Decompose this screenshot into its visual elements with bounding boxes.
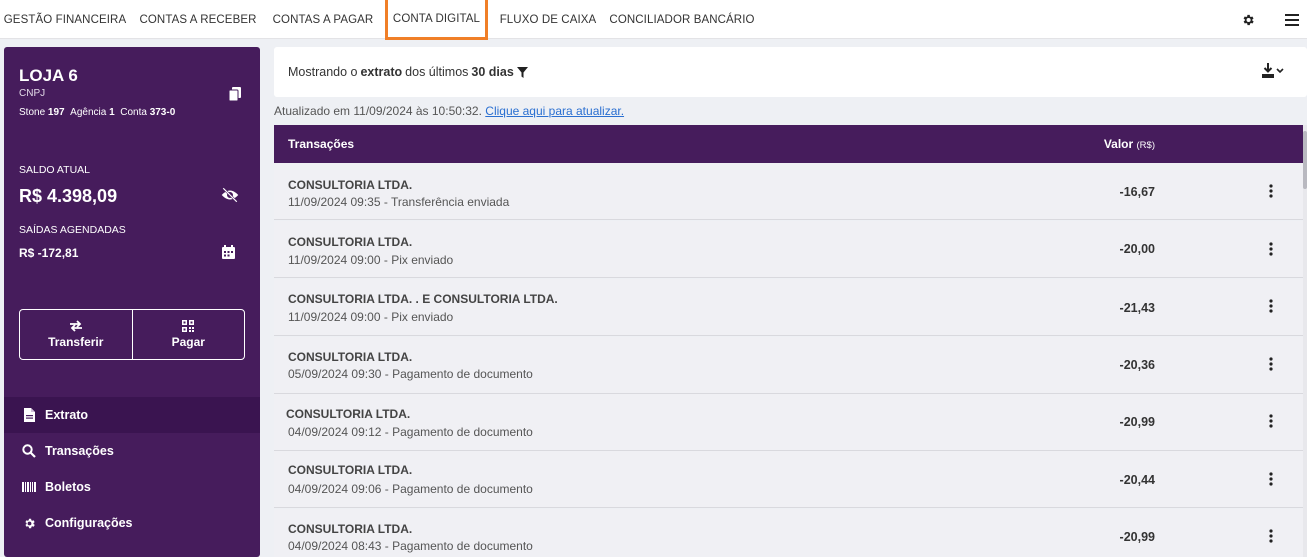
agency-number: 1 xyxy=(109,107,115,118)
column-header-transactions: Transações xyxy=(288,137,355,151)
value-header-unit: (R$) xyxy=(1136,140,1155,151)
tab-fluxo-de-caixa[interactable]: FLUXO DE CAIXA xyxy=(494,0,602,39)
scheduled-outflows-label: SAÍDAS AGENDADAS xyxy=(19,224,126,236)
scheduled-outflows-value: R$ -172,81 xyxy=(19,246,79,260)
transaction-name: CONSULTORIA LTDA. xyxy=(288,350,413,364)
bank-account-info: Stone 197 Agência 1 Conta 373-0 xyxy=(19,107,175,118)
sidebar-item-label: Configurações xyxy=(45,516,133,530)
column-header-value: Valor (R$) xyxy=(1104,137,1155,151)
agency-label: Agência xyxy=(70,107,107,118)
transaction-name: CONSULTORIA LTDA. xyxy=(288,178,413,192)
last-updated-text: Atualizado em 11/09/2024 às 10:50:32. xyxy=(274,104,482,118)
hide-balance-icon[interactable] xyxy=(221,187,239,203)
filter-statement-type: extrato xyxy=(360,65,403,79)
more-options-icon[interactable] xyxy=(1264,528,1278,544)
table-row[interactable]: CONSULTORIA LTDA. 04/09/2024 09:06 - Pag… xyxy=(274,451,1303,508)
filter-prefix: Mostrando o xyxy=(288,65,358,79)
sidebar-item-configuracoes[interactable]: Configurações xyxy=(4,505,260,541)
tab-conciliador-bancario[interactable]: CONCILIADOR BANCÁRIO xyxy=(608,0,756,39)
barcode-icon xyxy=(21,479,37,495)
transaction-value: -20,36 xyxy=(1119,358,1155,372)
last-updated: Atualizado em 11/09/2024 às 10:50:32. Cl… xyxy=(274,104,624,118)
more-options-icon[interactable] xyxy=(1264,356,1278,372)
filter-summary[interactable]: Mostrando o extrato dos últimos 30 dias xyxy=(288,65,528,79)
tab-contas-a-receber[interactable]: CONTAS A RECEBER xyxy=(136,0,260,39)
more-options-icon[interactable] xyxy=(1264,298,1278,314)
quick-actions: Transferir Pagar xyxy=(19,309,245,360)
sidebar-item-label: Boletos xyxy=(45,480,91,494)
bank-label: Stone xyxy=(19,107,46,118)
transaction-name: CONSULTORIA LTDA. xyxy=(286,407,411,421)
tab-contas-a-pagar[interactable]: CONTAS A PAGAR xyxy=(267,0,379,39)
more-options-icon[interactable] xyxy=(1264,413,1278,429)
transaction-details: 04/09/2024 09:12 - Pagamento de document… xyxy=(288,425,533,439)
sidebar-item-boletos[interactable]: Boletos xyxy=(4,469,260,505)
sidebar-item-extrato[interactable]: Extrato xyxy=(4,397,260,433)
pay-button[interactable]: Pagar xyxy=(131,310,245,359)
transaction-details: 04/09/2024 09:06 - Pagamento de document… xyxy=(288,482,533,496)
transaction-value: -20,00 xyxy=(1119,242,1155,256)
transactions-scrollbar[interactable] xyxy=(1303,125,1307,557)
transaction-details: 11/09/2024 09:00 - Pix enviado xyxy=(288,310,454,324)
transaction-name: CONSULTORIA LTDA. xyxy=(288,463,413,477)
more-options-icon[interactable] xyxy=(1264,183,1278,199)
transaction-details: 05/09/2024 09:30 - Pagamento de document… xyxy=(288,367,533,381)
document-icon xyxy=(21,407,37,423)
filter-icon[interactable] xyxy=(516,66,528,78)
account-number: 373-0 xyxy=(149,107,176,118)
transfer-icon xyxy=(69,320,82,332)
filter-period: 30 dias xyxy=(471,65,514,79)
gear-icon xyxy=(21,515,37,531)
hamburger-menu-icon[interactable] xyxy=(1277,0,1307,39)
download-icon xyxy=(1262,63,1284,78)
transaction-value: -20,99 xyxy=(1119,415,1155,429)
top-navigation: GESTÃO FINANCEIRA CONTAS A RECEBER CONTA… xyxy=(0,0,1307,40)
transfer-label: Transferir xyxy=(48,335,104,349)
table-row[interactable]: CONSULTORIA LTDA. 05/09/2024 09:30 - Pag… xyxy=(274,337,1303,394)
sidebar-item-label: Extrato xyxy=(45,408,89,422)
store-name: LOJA 6 xyxy=(19,66,78,85)
transaction-value: -21,43 xyxy=(1119,301,1155,315)
more-options-icon[interactable] xyxy=(1264,241,1278,257)
tab-gestao-financeira[interactable]: GESTÃO FINANCEIRA xyxy=(0,0,130,39)
transfer-button[interactable]: Transferir xyxy=(20,310,132,359)
table-row[interactable]: CONSULTORIA LTDA. 11/09/2024 09:35 - Tra… xyxy=(274,163,1303,220)
transaction-name: CONSULTORIA LTDA. . E CONSULTORIA LTDA. xyxy=(288,292,558,306)
scrollbar-thumb[interactable] xyxy=(1303,131,1307,189)
transaction-name: CONSULTORIA LTDA. xyxy=(288,522,413,536)
pay-label: Pagar xyxy=(171,335,205,349)
tab-conta-digital[interactable]: CONTA DIGITAL xyxy=(385,0,488,40)
table-row[interactable]: CONSULTORIA LTDA. 11/09/2024 09:00 - Pix… xyxy=(274,221,1303,278)
balance-value: R$ 4.398,09 xyxy=(19,186,118,206)
statement-filter-bar: Mostrando o extrato dos últimos 30 dias xyxy=(274,47,1307,97)
value-header-label: Valor xyxy=(1103,137,1134,151)
search-icon xyxy=(21,443,37,459)
download-button[interactable] xyxy=(1262,63,1288,81)
calendar-icon[interactable] xyxy=(222,245,235,259)
cnpj-label: CNPJ xyxy=(19,88,46,99)
transactions-table-header: Transações Valor (R$) xyxy=(274,125,1303,163)
qr-code-icon xyxy=(182,320,195,332)
table-row[interactable]: CONSULTORIA LTDA. 04/09/2024 09:12 - Pag… xyxy=(274,394,1303,451)
refresh-link[interactable]: Clique aqui para atualizar. xyxy=(485,104,624,118)
sidebar-item-label: Transações xyxy=(45,444,114,458)
transaction-value: -20,99 xyxy=(1119,530,1155,544)
transaction-name: CONSULTORIA LTDA. xyxy=(288,235,413,249)
transaction-value: -16,67 xyxy=(1119,185,1155,199)
transaction-details: 04/09/2024 08:43 - Pagamento de document… xyxy=(288,539,533,553)
transaction-details: 11/09/2024 09:00 - Pix enviado xyxy=(288,253,454,267)
filter-middle: dos últimos xyxy=(405,65,469,79)
transaction-details: 11/09/2024 09:35 - Transferência enviada xyxy=(288,195,510,209)
sidebar-item-transacoes[interactable]: Transações xyxy=(4,433,260,469)
table-row[interactable]: CONSULTORIA LTDA. 04/09/2024 08:43 - Pag… xyxy=(274,509,1303,557)
more-options-icon[interactable] xyxy=(1264,471,1278,487)
account-label: Conta xyxy=(120,107,147,118)
account-sidebar: LOJA 6 CNPJ Stone 197 Agência 1 Conta 37… xyxy=(4,47,260,557)
table-row[interactable]: CONSULTORIA LTDA. . E CONSULTORIA LTDA. … xyxy=(274,279,1303,336)
transaction-value: -20,44 xyxy=(1119,473,1155,487)
gear-icon[interactable] xyxy=(1233,0,1263,39)
copy-icon[interactable] xyxy=(228,87,243,102)
balance-label: SALDO ATUAL xyxy=(19,164,90,176)
bank-code: 197 xyxy=(47,107,65,118)
